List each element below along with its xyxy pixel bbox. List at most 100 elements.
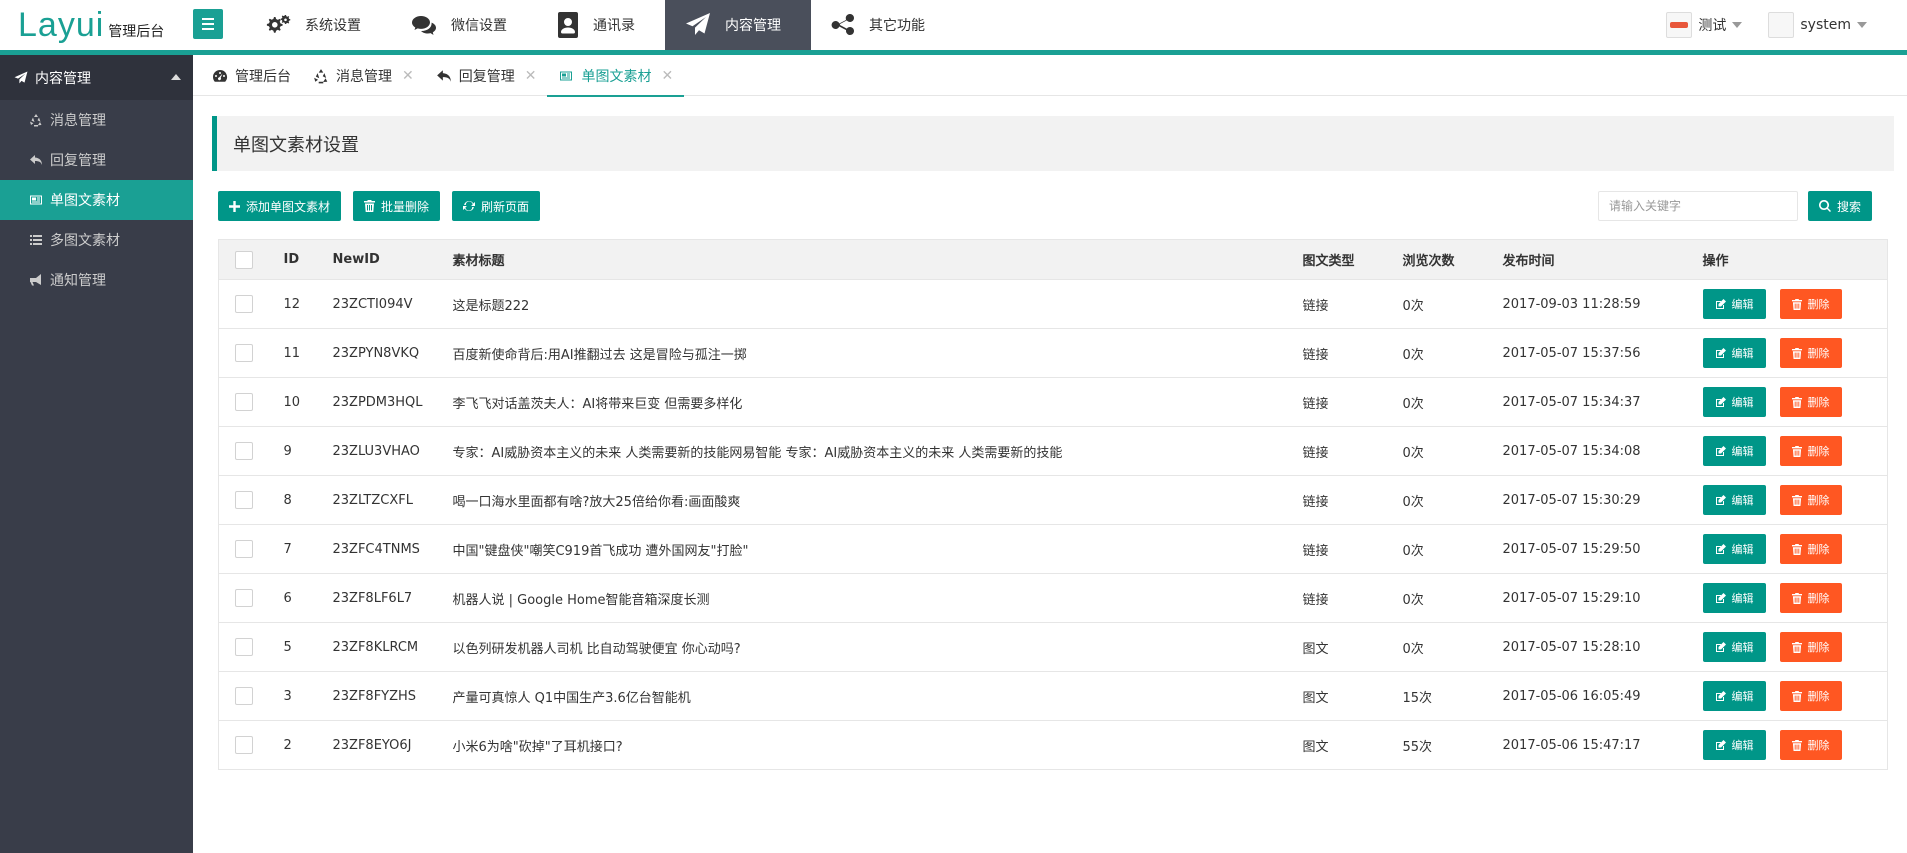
table-body: 12 23ZCTI094V 这是标题222 链接 0次 2017-09-03 1…: [218, 279, 1888, 770]
edit-icon: [1715, 298, 1726, 309]
edit-button[interactable]: 编辑: [1702, 387, 1766, 417]
delete-button[interactable]: 删除: [1779, 534, 1842, 564]
search-input[interactable]: [1598, 191, 1798, 221]
table-row: 5 23ZF8KLRCM 以色列研发机器人司机 比自动驾驶便宜 你心动吗? 图文…: [218, 622, 1888, 672]
page-title: 单图文素材设置: [212, 116, 1894, 171]
delete-button[interactable]: 删除: [1779, 583, 1842, 613]
sidebar-item-single-article[interactable]: 单图文素材: [0, 180, 193, 220]
column-header-title[interactable]: 素材标题: [452, 239, 1303, 280]
topnav-item-other-functions[interactable]: 其它功能: [811, 0, 955, 50]
row-checkbox[interactable]: [235, 442, 253, 460]
table-row: 11 23ZPYN8VKQ 百度新使命背后:用AI推翻过去 这是冒险与孤注一掷 …: [218, 328, 1888, 378]
cell-id: 6: [283, 573, 333, 623]
table-row: 8 23ZLTZCXFL 喝一口海水里面都有啥?放大25倍给你看:画面酸爽 链接…: [218, 475, 1888, 525]
row-checkbox[interactable]: [235, 393, 253, 411]
edit-button[interactable]: 编辑: [1702, 681, 1766, 711]
edit-button[interactable]: 编辑: [1702, 632, 1766, 662]
delete-button[interactable]: 删除: [1779, 338, 1842, 368]
topnav-item-system-settings[interactable]: 系统设置: [245, 0, 391, 50]
cell-newid: 23ZF8EYO6J: [332, 720, 453, 770]
delete-button[interactable]: 删除: [1779, 632, 1842, 662]
logo-subtitle: 管理后台: [108, 24, 165, 40]
close-icon[interactable]: ✕: [402, 68, 414, 84]
brand-logo[interactable]: Layui 管理后台: [18, 6, 164, 46]
column-header-newid[interactable]: NewID: [332, 239, 453, 280]
delete-button[interactable]: 删除: [1779, 387, 1842, 417]
tenant-switcher[interactable]: 测试: [1666, 12, 1743, 38]
trash-icon: [1791, 739, 1802, 751]
menu-toggle-button[interactable]: [193, 9, 223, 39]
column-header-time[interactable]: 发布时间: [1502, 239, 1703, 280]
cell-newid: 23ZCTI094V: [332, 279, 453, 329]
cell-time: 2017-09-03 11:28:59: [1502, 279, 1703, 329]
row-checkbox[interactable]: [235, 540, 253, 558]
delete-button[interactable]: 删除: [1779, 730, 1842, 760]
delete-button[interactable]: 删除: [1779, 485, 1842, 515]
topnav-item-content-management[interactable]: 内容管理: [665, 0, 811, 50]
cell-views: 15次: [1402, 671, 1503, 721]
batch-delete-button[interactable]: 批量删除: [353, 191, 441, 221]
select-all-checkbox[interactable]: [235, 250, 253, 269]
cell-views: 0次: [1402, 573, 1503, 623]
add-article-button[interactable]: 添加单图文素材: [218, 191, 342, 221]
edit-icon: [1715, 592, 1726, 603]
edit-button[interactable]: 编辑: [1702, 436, 1766, 466]
edit-icon: [1715, 739, 1726, 750]
sidebar-item-multi-article[interactable]: 多图文素材: [0, 220, 193, 260]
tab-messages[interactable]: 消息管理 ✕: [302, 55, 425, 96]
cell-id: 8: [283, 475, 333, 525]
topnav-item-contacts[interactable]: 通讯录: [537, 0, 665, 50]
sidebar-item-notifications[interactable]: 通知管理: [0, 260, 193, 300]
edit-button[interactable]: 编辑: [1702, 730, 1766, 760]
top-nav: 系统设置 微信设置 通讯录 内容管理 其它功能: [245, 0, 955, 50]
close-icon[interactable]: ✕: [661, 68, 673, 84]
delete-button[interactable]: 删除: [1779, 289, 1842, 319]
sidebar-group-content-management[interactable]: 内容管理: [0, 55, 193, 100]
sidebar-item-replies[interactable]: 回复管理: [0, 140, 193, 180]
row-checkbox[interactable]: [235, 589, 253, 607]
topnav-label: 通讯录: [593, 18, 635, 34]
tab-single-article[interactable]: 单图文素材 ✕: [547, 55, 684, 97]
row-checkbox[interactable]: [235, 295, 253, 313]
tab-dashboard[interactable]: 管理后台: [201, 55, 302, 96]
column-header-id[interactable]: ID: [283, 239, 333, 280]
cell-title: 这是标题222: [452, 279, 1303, 329]
row-checkbox[interactable]: [235, 344, 253, 362]
cell-time: 2017-05-07 15:28:10: [1502, 622, 1703, 672]
trash-icon: [1791, 494, 1802, 506]
tab-replies[interactable]: 回复管理 ✕: [425, 55, 548, 96]
chevron-down-icon: [1732, 22, 1743, 28]
user-name: system: [1800, 17, 1851, 33]
cell-newid: 23ZPDM3HQL: [332, 377, 453, 427]
cell-id: 11: [283, 328, 333, 378]
refresh-button[interactable]: 刷新页面: [452, 191, 541, 221]
cell-title: 专家：AI威胁资本主义的未来 人类需要新的技能网易智能 专家：AI威胁资本主义的…: [452, 426, 1303, 476]
cell-type: 链接: [1302, 475, 1403, 525]
close-icon[interactable]: ✕: [525, 68, 537, 84]
trash-icon: [364, 200, 376, 212]
row-checkbox[interactable]: [235, 638, 253, 656]
row-checkbox[interactable]: [235, 736, 253, 754]
topnav-item-wechat-settings[interactable]: 微信设置: [391, 0, 537, 50]
trash-icon: [1791, 592, 1802, 604]
row-checkbox[interactable]: [235, 687, 253, 705]
cell-title: 小米6为啥"砍掉"了耳机接口?: [452, 720, 1303, 770]
edit-button[interactable]: 编辑: [1702, 289, 1766, 319]
column-header-views[interactable]: 浏览次数: [1402, 239, 1503, 280]
delete-button[interactable]: 删除: [1779, 681, 1842, 711]
edit-button[interactable]: 编辑: [1702, 534, 1766, 564]
search-button[interactable]: 搜索: [1808, 191, 1873, 221]
trash-icon: [1791, 641, 1802, 653]
row-checkbox[interactable]: [235, 491, 253, 509]
chevron-down-icon: [1857, 22, 1867, 28]
edit-button[interactable]: 编辑: [1702, 583, 1766, 613]
sidebar-item-messages[interactable]: 消息管理: [0, 100, 193, 140]
user-menu[interactable]: system: [1768, 12, 1867, 38]
edit-button[interactable]: 编辑: [1702, 338, 1766, 368]
cell-time: 2017-05-06 16:05:49: [1502, 671, 1703, 721]
edit-button[interactable]: 编辑: [1702, 485, 1766, 515]
column-header-type[interactable]: 图文类型: [1302, 239, 1403, 280]
cell-id: 2: [283, 720, 333, 770]
cell-type: 链接: [1302, 524, 1403, 574]
delete-button[interactable]: 删除: [1779, 436, 1842, 466]
